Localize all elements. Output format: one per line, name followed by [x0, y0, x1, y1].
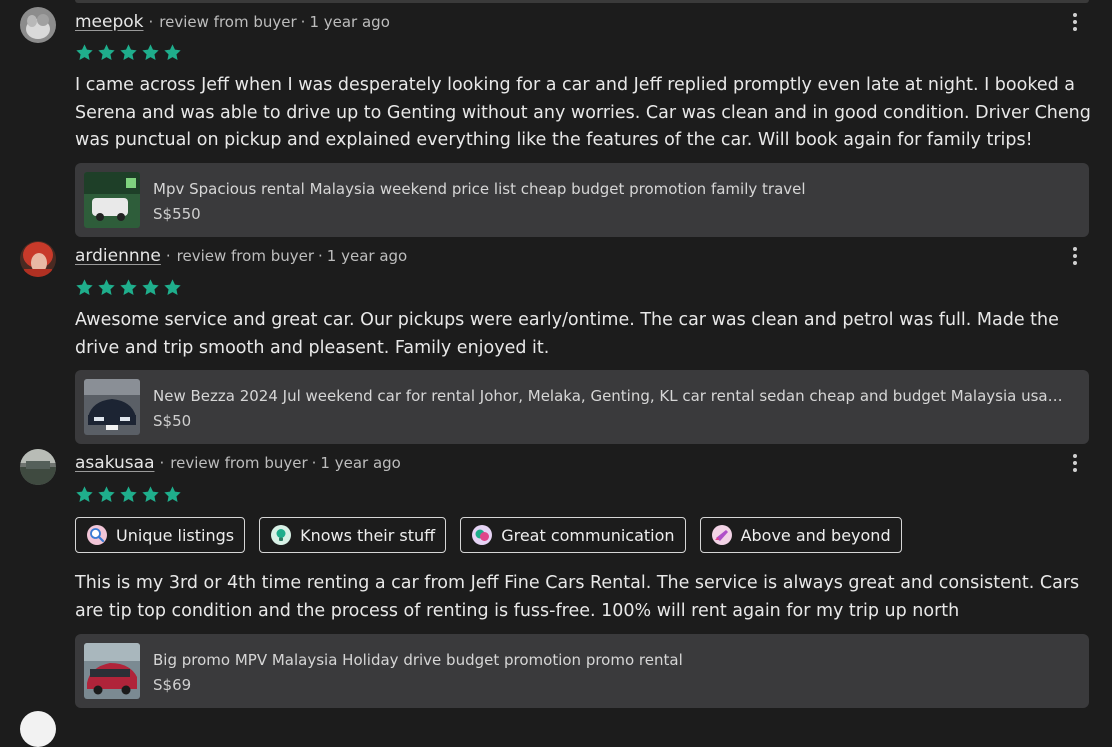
review-header: meepok · review from buyer · 1 year ago: [75, 10, 390, 34]
star-icon: [164, 279, 181, 295]
listing-thumbnail: [84, 379, 140, 435]
star-icon: [164, 44, 181, 60]
separator: ·: [165, 247, 171, 265]
listing-title: Mpv Spacious rental Malaysia weekend pri…: [153, 180, 806, 198]
star-icon: [98, 279, 115, 295]
tag-label: Knows their stuff: [300, 525, 436, 545]
avatar[interactable]: [20, 711, 56, 747]
star-icon: [76, 44, 93, 60]
listing-price: S$550: [153, 205, 201, 223]
tag-label: Unique listings: [116, 525, 235, 545]
star-icon: [164, 486, 181, 502]
tag-knows-their-stuff[interactable]: Knows their stuff: [259, 517, 447, 553]
review-time: 1 year ago: [320, 454, 401, 472]
star-rating: [75, 485, 182, 505]
star-icon: [120, 486, 137, 502]
review-source: review from buyer: [159, 13, 297, 31]
more-options-icon[interactable]: [1066, 451, 1084, 475]
lightbulb-icon: [271, 525, 292, 545]
avatar[interactable]: [20, 7, 56, 43]
listing-thumbnail: [84, 643, 140, 699]
separator: ·: [148, 13, 154, 31]
avatar[interactable]: [20, 449, 56, 485]
review-text: This is my 3rd or 4th time renting a car…: [75, 573, 1080, 621]
tag-great-communication[interactable]: Great communication: [460, 517, 686, 553]
magnifier-icon: [87, 525, 107, 545]
more-options-icon[interactable]: [1066, 10, 1084, 34]
rocket-icon: [711, 525, 732, 545]
review-time: 1 year ago: [326, 247, 408, 265]
review-source: review from buyer: [176, 247, 315, 265]
listing-thumbnail: [84, 172, 140, 228]
star-icon: [98, 44, 115, 60]
separator: ·: [311, 454, 317, 472]
listing-title: New Bezza 2024 Jul weekend car for renta…: [153, 387, 1063, 405]
review-header: asakusaa · review from buyer · 1 year ag…: [75, 451, 401, 475]
star-icon: [76, 279, 93, 295]
chat-bubbles-icon: [472, 525, 493, 545]
separator: ·: [318, 247, 323, 265]
more-options-icon[interactable]: [1066, 244, 1084, 268]
star-icon: [120, 44, 137, 60]
listing-card[interactable]: Big promo MPV Malaysia Holiday drive bud…: [75, 634, 1089, 708]
review-time: 1 year ago: [309, 13, 390, 31]
tag-label: Above and beyond: [740, 525, 891, 545]
star-rating: [75, 43, 182, 63]
listing-title: Big promo MPV Malaysia Holiday drive bud…: [153, 651, 683, 669]
listing-price: S$50: [153, 412, 192, 430]
star-icon: [120, 279, 137, 295]
previous-listing-card-edge: [75, 0, 1089, 3]
username-link[interactable]: meepok: [75, 12, 144, 32]
review-text: Awesome service and great car. Our picku…: [75, 310, 1059, 358]
review-text: I came across Jeff when I was desperatel…: [75, 75, 1091, 150]
tag-above-and-beyond[interactable]: Above and beyond: [699, 517, 902, 553]
star-icon: [76, 486, 93, 502]
tag-unique-listings[interactable]: Unique listings: [75, 517, 246, 553]
star-icon: [98, 486, 115, 502]
separator: ·: [159, 454, 165, 472]
star-rating: [75, 278, 182, 298]
star-icon: [142, 279, 159, 295]
review-tags: Unique listings Knows their stuff Great …: [75, 517, 902, 553]
review-header: ardiennne · review from buyer · 1 year a…: [75, 244, 407, 268]
listing-card[interactable]: New Bezza 2024 Jul weekend car for renta…: [75, 370, 1089, 444]
review-source: review from buyer: [170, 454, 308, 472]
separator: ·: [300, 13, 306, 31]
tag-label: Great communication: [501, 525, 675, 545]
star-icon: [142, 486, 159, 502]
listing-price: S$69: [153, 676, 192, 694]
username-link[interactable]: asakusaa: [75, 453, 154, 473]
listing-card[interactable]: Mpv Spacious rental Malaysia weekend pri…: [75, 163, 1089, 237]
username-link[interactable]: ardiennne: [75, 246, 161, 266]
avatar[interactable]: [20, 241, 56, 277]
star-icon: [142, 44, 159, 60]
